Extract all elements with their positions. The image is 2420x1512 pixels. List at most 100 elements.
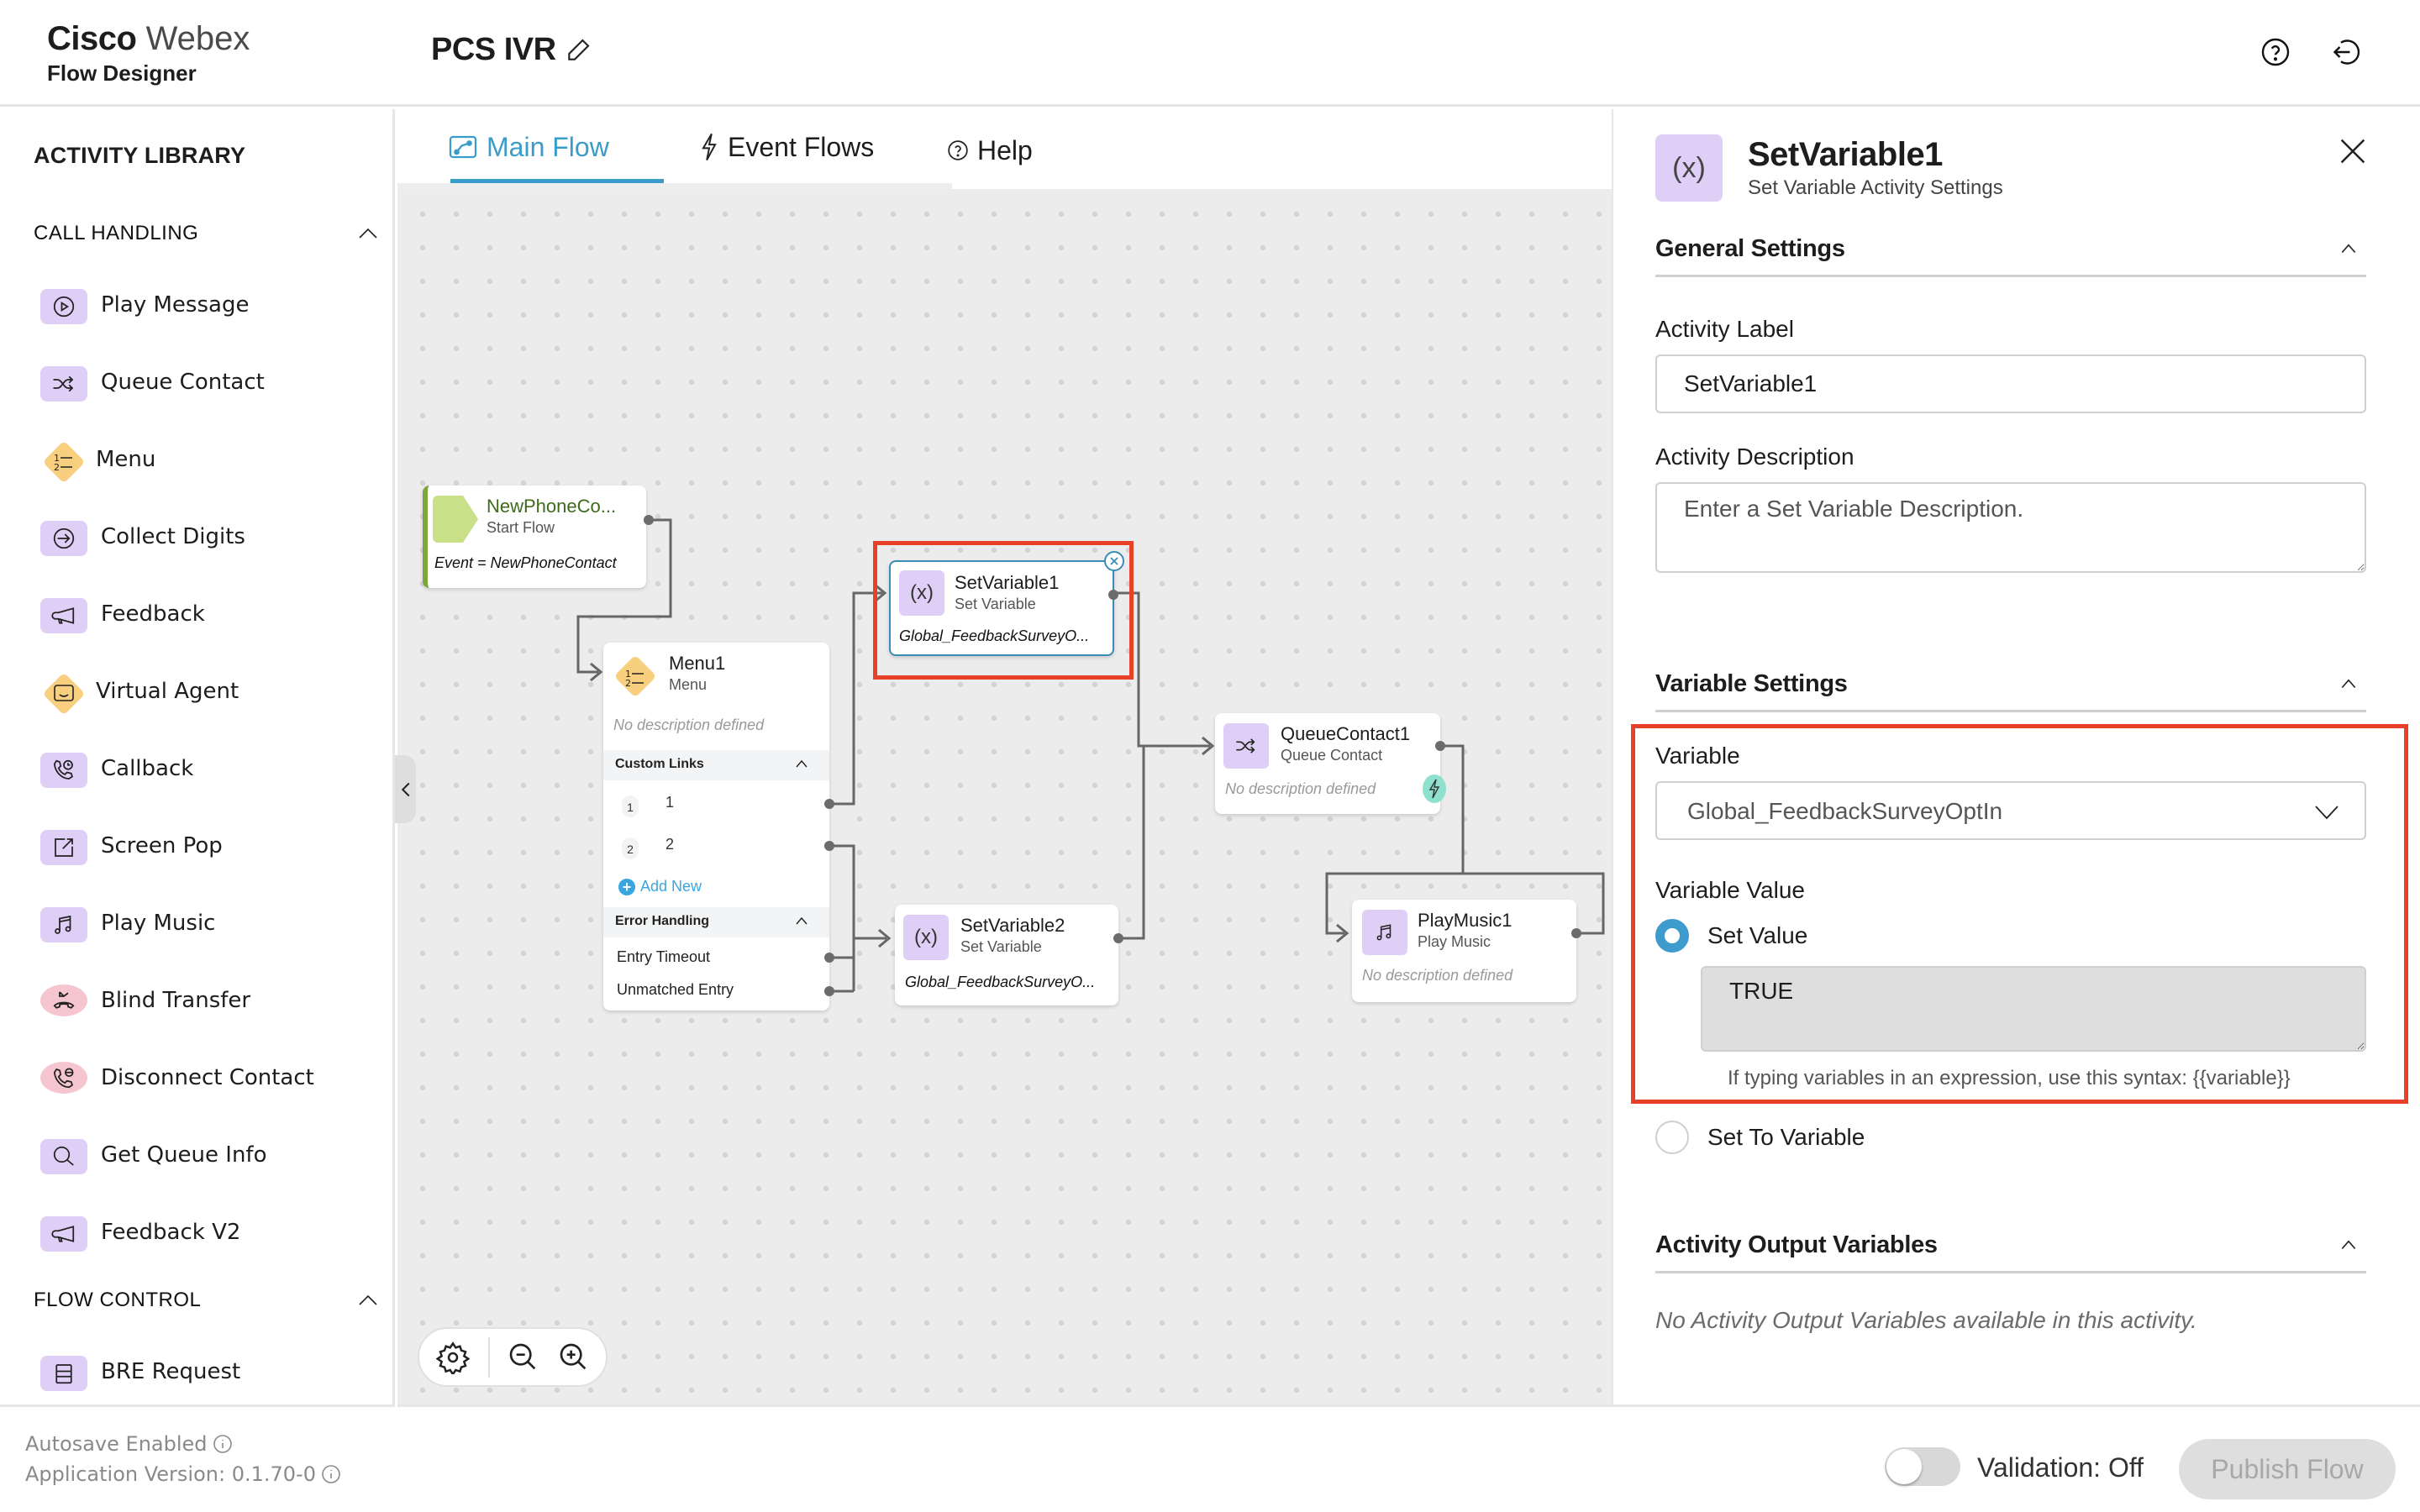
node-subtitle: Set Variable xyxy=(960,938,1042,955)
activity-label-label: Activity Label xyxy=(1655,316,1794,342)
error-handling-section[interactable]: Error Handling xyxy=(603,907,829,937)
library-item-play-music[interactable]: Play Music xyxy=(37,907,373,959)
library-item-disconnect-contact[interactable]: Disconnect Contact xyxy=(37,1062,373,1114)
help-icon[interactable] xyxy=(2260,37,2291,67)
arrow-right-circle-icon xyxy=(40,521,87,556)
panel-subtitle: Set Variable Activity Settings xyxy=(1748,176,2003,199)
node-setvariable2[interactable]: (x) SetVariable2 Set Variable Global_Fee… xyxy=(895,905,1123,1005)
node-subtitle: Set Variable xyxy=(955,596,1036,612)
output-port[interactable] xyxy=(824,841,834,851)
custom-links-section[interactable]: Custom Links xyxy=(603,750,829,780)
set-value-radio[interactable] xyxy=(1655,919,1689,953)
node-title: QueueContact1 xyxy=(1281,723,1411,744)
svg-text:2: 2 xyxy=(625,678,631,689)
node-title: NewPhoneCo... xyxy=(487,496,617,517)
library-item-play-message[interactable]: Play Message xyxy=(37,289,373,341)
library-item-collect-digits[interactable]: Collect Digits xyxy=(37,521,373,573)
library-item-virtual-agent[interactable]: Virtual Agent xyxy=(37,675,373,727)
variable-select[interactable]: Global_FeedbackSurveyOptIn xyxy=(1655,781,2366,840)
set-to-variable-radio[interactable] xyxy=(1655,1121,1689,1154)
output-variables-header[interactable]: Activity Output Variables xyxy=(1655,1223,2366,1273)
delete-node-icon[interactable] xyxy=(1103,550,1125,572)
output-port[interactable] xyxy=(824,953,834,963)
node-playmusic1[interactable]: PlayMusic1 Play Music No description def… xyxy=(1352,900,1581,1002)
canvas-controls xyxy=(418,1327,608,1387)
chevron-up-icon xyxy=(2341,679,2356,689)
library-item-get-queue-info[interactable]: Get Queue Info xyxy=(37,1139,373,1191)
library-item-label: Play Music xyxy=(101,911,216,936)
shuffle-icon xyxy=(40,366,87,402)
activity-description-input[interactable] xyxy=(1655,482,2366,573)
exit-icon[interactable] xyxy=(2331,37,2361,67)
library-item-bre-request[interactable]: BRE Request xyxy=(37,1356,373,1404)
library-item-callback[interactable]: Callback xyxy=(37,753,373,805)
pencil-icon[interactable] xyxy=(565,37,592,64)
activity-label-input[interactable] xyxy=(1655,354,2366,413)
publish-flow-button[interactable]: Publish Flow xyxy=(2179,1439,2396,1499)
library-item-feedback[interactable]: Feedback xyxy=(37,598,373,650)
activity-description-label: Activity Description xyxy=(1655,444,1854,470)
info-icon[interactable] xyxy=(213,1434,233,1454)
collapse-sidebar-handle[interactable] xyxy=(395,755,416,823)
lightning-icon xyxy=(702,133,717,161)
section-label: Custom Links xyxy=(615,757,704,771)
syntax-hint: If typing variables in an expression, us… xyxy=(1728,1067,2291,1089)
tab-event-flows[interactable]: Event Flows xyxy=(699,118,874,176)
library-item-blind-transfer[interactable]: Blind Transfer xyxy=(37,984,373,1037)
numbered-list-icon: 12 xyxy=(37,435,91,489)
node-queuecontact1[interactable]: QueueContact1 Queue Contact No descripti… xyxy=(1215,713,1446,814)
phone-transfer-icon xyxy=(40,984,87,1016)
node-description: Event = NewPhoneContact xyxy=(434,554,617,571)
chevron-up-icon xyxy=(2341,244,2356,254)
output-port[interactable] xyxy=(824,986,834,996)
node-subtitle: Start Flow xyxy=(487,519,555,536)
set-value-label[interactable]: Set Value xyxy=(1707,922,1807,949)
set-to-variable-label[interactable]: Set To Variable xyxy=(1707,1124,1865,1151)
library-item-menu[interactable]: 12 Menu xyxy=(37,443,373,496)
add-new-link-button[interactable]: + Add New xyxy=(618,878,702,895)
library-item-feedback-v2[interactable]: Feedback V2 xyxy=(37,1216,373,1268)
active-tab-indicator xyxy=(450,179,664,183)
output-port[interactable] xyxy=(1571,928,1581,938)
output-port[interactable] xyxy=(824,799,834,809)
tab-main-flow[interactable]: Main Flow xyxy=(448,118,609,176)
general-settings-header[interactable]: General Settings xyxy=(1655,227,2366,277)
output-port[interactable] xyxy=(644,515,654,525)
output-port[interactable] xyxy=(1108,590,1118,600)
output-port[interactable] xyxy=(1435,741,1445,751)
validation-toggle[interactable] xyxy=(1885,1447,1960,1486)
node-start-flow[interactable]: NewPhoneCo... Start Flow Event = NewPhon… xyxy=(423,486,654,588)
library-item-label: Disconnect Contact xyxy=(101,1065,314,1090)
brand-sub: Webex xyxy=(145,20,250,57)
library-item-queue-contact[interactable]: Queue Contact xyxy=(37,366,373,418)
variable-settings-header[interactable]: Variable Settings xyxy=(1655,662,2366,712)
chevron-left-icon xyxy=(401,782,409,796)
output-port[interactable] xyxy=(1113,933,1123,943)
event-lightning-icon[interactable] xyxy=(1422,774,1447,804)
close-icon[interactable] xyxy=(2336,134,2370,168)
flow-title: PCS IVR xyxy=(431,32,556,67)
megaphone-icon xyxy=(40,1216,87,1252)
bot-face-icon xyxy=(37,667,91,721)
numbered-list-icon: 12 xyxy=(616,657,655,696)
category-flow-control[interactable]: FLOW CONTROL xyxy=(34,1289,378,1322)
tab-label: Main Flow xyxy=(487,131,609,162)
variable-label: Variable xyxy=(1655,743,1740,769)
node-setvariable1[interactable]: (x) SetVariable1 Set Variable Global_Fee… xyxy=(889,551,1124,656)
category-call-handling[interactable]: CALL HANDLING xyxy=(34,222,378,255)
node-menu1[interactable]: 12 Menu1 Menu No description defined Cus… xyxy=(603,643,834,1011)
zoom-in-icon[interactable] xyxy=(557,1341,591,1374)
node-subtitle: Menu xyxy=(669,676,708,693)
variable-value-input[interactable]: TRUE xyxy=(1701,966,2366,1052)
section-title: General Settings xyxy=(1655,235,1845,262)
settings-gear-icon[interactable] xyxy=(436,1341,470,1374)
start-flag-icon xyxy=(433,496,478,543)
library-item-screen-pop[interactable]: Screen Pop xyxy=(37,830,373,882)
chevron-up-icon xyxy=(359,228,377,239)
node-title: SetVariable2 xyxy=(960,915,1065,936)
section-label: Error Handling xyxy=(615,914,710,928)
zoom-out-icon[interactable] xyxy=(507,1341,540,1374)
toggle-knob xyxy=(1886,1449,1922,1484)
tab-help[interactable]: Help xyxy=(947,121,1033,180)
info-icon[interactable] xyxy=(321,1464,341,1484)
